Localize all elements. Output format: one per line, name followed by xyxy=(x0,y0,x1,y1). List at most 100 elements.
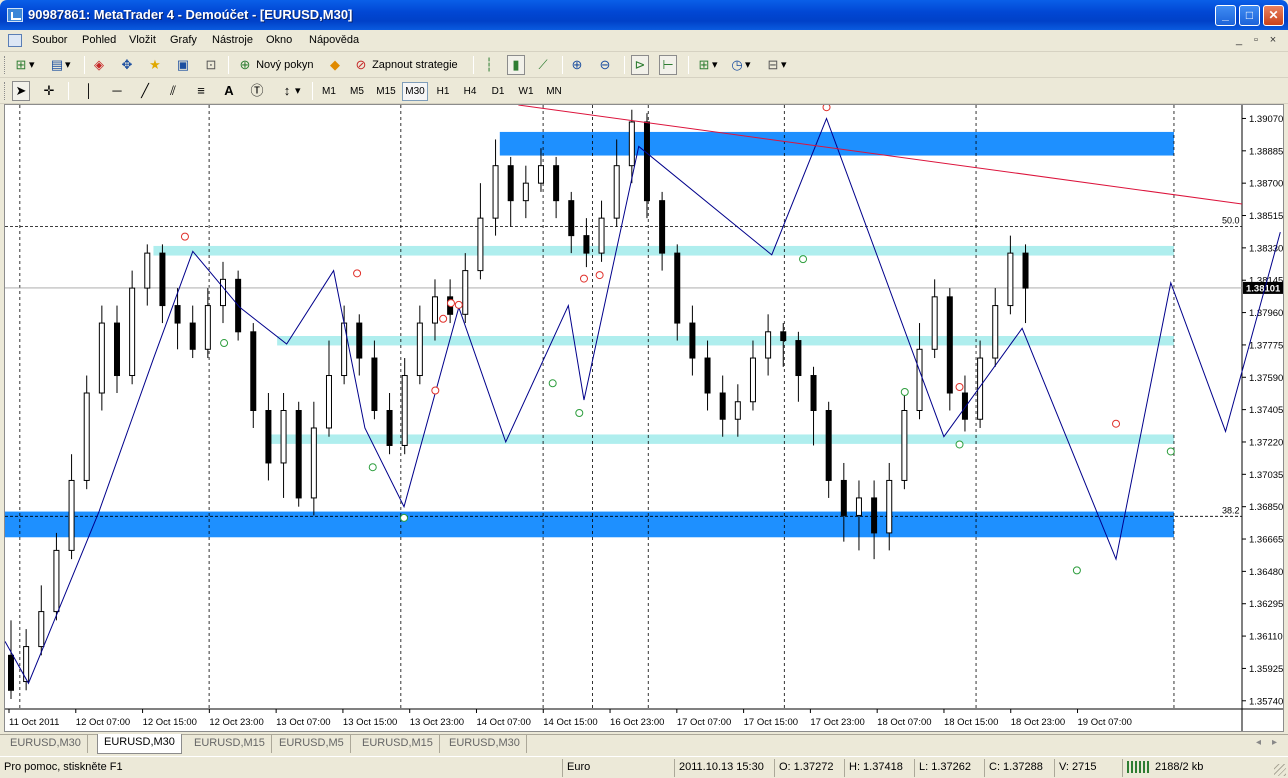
candle-body xyxy=(356,322,363,359)
market-watch-icon[interactable]: ◈ xyxy=(90,55,108,75)
terminal-icon[interactable]: ▣ xyxy=(174,55,192,75)
timeframe-d1[interactable]: D1 xyxy=(487,82,509,101)
minimize-button[interactable]: _ xyxy=(1215,5,1236,26)
candle-body xyxy=(83,392,90,481)
chart-window[interactable]: 11 Oct 2011 12 Oct 07:00 12 Oct 15:00 12 Oc… xyxy=(4,104,1284,732)
menu-grafy[interactable]: Grafy xyxy=(170,34,197,46)
status-profile: Euro xyxy=(562,759,674,777)
vertical-line-icon[interactable]: │ xyxy=(80,81,98,101)
price-chart[interactable]: 11 Oct 2011 12 Oct 07:00 12 Oct 15:00 12 Oc… xyxy=(5,105,1283,731)
menu-bar: Soubor Pohled Vložit Grafy Nástroje Okno… xyxy=(0,30,1288,52)
autotrading-button[interactable]: ⊘ Zapnout strategie xyxy=(352,55,459,75)
timeframe-m15[interactable]: M15 xyxy=(373,82,399,101)
trendline-icon[interactable]: ╱ xyxy=(136,81,154,101)
toolbar-grip[interactable] xyxy=(4,82,7,100)
candle-body xyxy=(1007,252,1014,307)
status-help: Pro pomoc, stiskněte F1 xyxy=(4,761,123,773)
timeframe-mn[interactable]: MN xyxy=(542,82,566,101)
zoom-in-icon[interactable]: ⊕ xyxy=(568,55,586,75)
chart-tab-4[interactable]: EURUSD,M5 xyxy=(273,735,351,753)
chart-tab-3[interactable]: EURUSD,M15 xyxy=(188,735,272,753)
data-window-icon[interactable]: ✥ xyxy=(118,55,136,75)
maximize-button[interactable]: □ xyxy=(1239,5,1260,26)
zone-supply xyxy=(499,131,1174,156)
fractal-up-marker xyxy=(1112,419,1121,428)
status-volume: V: 2715 xyxy=(1054,759,1122,777)
menu-napoveda[interactable]: Nápověda xyxy=(309,34,359,46)
line-chart-icon[interactable]: ⟋ xyxy=(534,55,552,75)
candle-body xyxy=(401,375,408,446)
timeframe-m30[interactable]: M30 xyxy=(402,82,428,101)
text-label-icon[interactable]: Ⓣ xyxy=(248,81,266,101)
candle-body xyxy=(38,611,45,648)
fibonacci-level-label: 50.0 xyxy=(1222,216,1240,226)
menu-soubor[interactable]: Soubor xyxy=(32,34,67,46)
menu-vlozit[interactable]: Vložit xyxy=(129,34,156,46)
resize-grip-icon[interactable] xyxy=(1274,764,1286,776)
timeframe-h1[interactable]: H1 xyxy=(432,82,454,101)
chart-tab-5[interactable]: EURUSD,M15 xyxy=(356,735,440,753)
toolbar-grip[interactable] xyxy=(4,56,7,74)
timeframe-h4[interactable]: H4 xyxy=(459,82,481,101)
strategy-tester-icon[interactable]: ⊡ xyxy=(202,55,220,75)
auto-scroll-icon[interactable]: ⊳ xyxy=(631,55,649,75)
mdi-minimize-button[interactable]: _ xyxy=(1232,34,1246,48)
candle-body xyxy=(431,296,438,324)
timeframe-m5[interactable]: M5 xyxy=(346,82,368,101)
fractal-up-marker xyxy=(454,300,463,309)
zoom-out-icon[interactable]: ⊖ xyxy=(596,55,614,75)
candle-body xyxy=(598,217,605,254)
candle-body xyxy=(113,322,120,377)
chart-window-icon[interactable] xyxy=(8,34,22,47)
periods-button[interactable]: ◷ ▾ xyxy=(728,55,752,75)
bar-chart-icon[interactable]: ┆ xyxy=(480,55,498,75)
crosshair-icon[interactable]: ✛ xyxy=(40,81,58,101)
navigator-icon[interactable]: ★ xyxy=(146,55,164,75)
price-tick-label: 1.37035 xyxy=(1249,470,1283,481)
metaeditor-icon[interactable]: ◆ xyxy=(326,55,344,75)
profiles-button[interactable]: ▤ ▾ xyxy=(48,55,72,75)
zigzag-indicator xyxy=(5,117,1281,685)
chart-tab-1[interactable]: EURUSD,M30 xyxy=(4,735,88,753)
price-tick-label: 1.35925 xyxy=(1249,664,1283,675)
fractal-down-marker xyxy=(400,513,409,522)
chart-tab-2[interactable]: EURUSD,M30 xyxy=(97,734,182,754)
equidistant-channel-icon[interactable]: ⫽ xyxy=(164,81,182,101)
candle-body xyxy=(931,296,938,350)
cursor-icon[interactable]: ➤ xyxy=(12,81,30,101)
timeframe-m1[interactable]: M1 xyxy=(318,82,340,101)
horizontal-line-icon[interactable]: ─ xyxy=(108,81,126,101)
menu-pohled[interactable]: Pohled xyxy=(82,34,116,46)
mdi-close-button[interactable]: × xyxy=(1266,34,1280,48)
arrows-button[interactable]: ↕ ▾ xyxy=(278,81,302,101)
new-order-button[interactable]: ⊕ Nový pokyn xyxy=(236,55,315,75)
menu-nastroje[interactable]: Nástroje xyxy=(212,34,253,46)
close-button[interactable]: ✕ xyxy=(1263,5,1284,26)
candle-body xyxy=(159,252,166,307)
tab-scroll-right-icon[interactable]: ▸ xyxy=(1272,737,1277,748)
time-tick-label: 11 Oct 2011 xyxy=(9,717,59,728)
zone-demand xyxy=(5,511,1174,538)
fractal-up-marker xyxy=(822,105,831,112)
candle-body xyxy=(371,357,378,411)
templates-button[interactable]: ⊟ ▾ xyxy=(764,55,788,75)
candle-body xyxy=(689,322,696,359)
candle-body xyxy=(204,305,211,350)
fractal-up-marker xyxy=(955,383,964,392)
new-chart-button[interactable]: ⊞ ▾ xyxy=(12,55,36,75)
candle-body xyxy=(719,392,726,420)
tab-scroll-left-icon[interactable]: ◂ xyxy=(1256,737,1261,748)
indicators-button[interactable]: ⊞ ▾ xyxy=(695,55,719,75)
fibonacci-icon[interactable]: ≡ xyxy=(192,81,210,101)
candlestick-chart-icon[interactable]: ▮ xyxy=(507,55,525,75)
price-tick-label: 1.37590 xyxy=(1249,373,1283,384)
time-tick-label: 17 Oct 07:00 xyxy=(677,717,731,728)
timeframe-w1[interactable]: W1 xyxy=(515,82,537,101)
menu-okno[interactable]: Okno xyxy=(266,34,292,46)
metatrader-app-icon[interactable] xyxy=(7,8,23,22)
chart-shift-icon[interactable]: ⊢ xyxy=(659,55,677,75)
time-tick-label: 18 Oct 23:00 xyxy=(1011,717,1065,728)
chart-tab-6[interactable]: EURUSD,M30 xyxy=(443,735,527,753)
mdi-restore-button[interactable]: ▫ xyxy=(1249,34,1263,48)
text-icon[interactable]: A xyxy=(220,81,238,101)
